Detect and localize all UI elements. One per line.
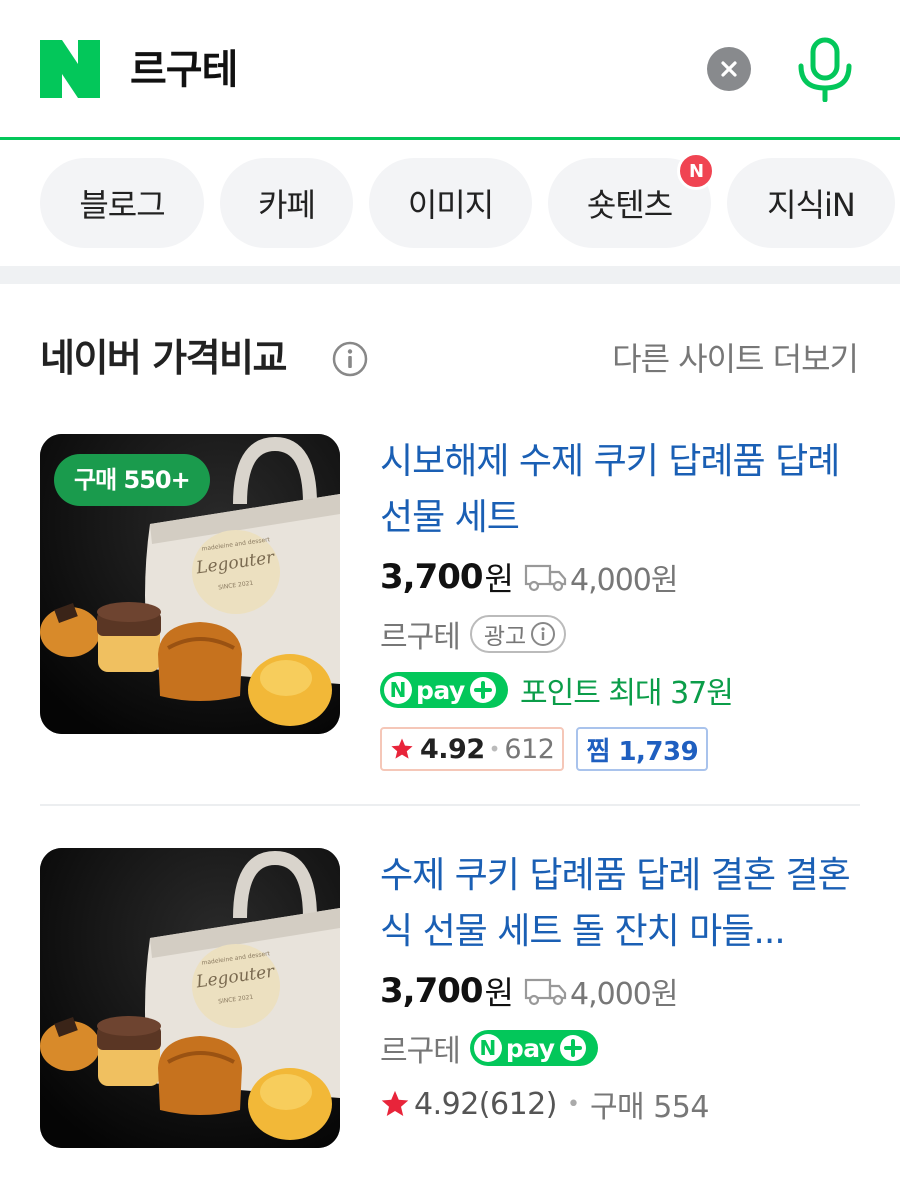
close-icon: [721, 61, 737, 77]
tab-blog[interactable]: 블로그: [40, 158, 204, 248]
purchase-count: 구매 554: [589, 1090, 710, 1125]
star-icon: [391, 738, 413, 759]
rating-count: 612: [504, 733, 555, 765]
delivery-truck-icon: [524, 564, 567, 592]
product-price: 3,700: [380, 971, 484, 1011]
rating-chip[interactable]: 4.92 • 612: [380, 727, 565, 771]
tab-label: 지식iN: [767, 186, 856, 224]
product-thumbnail[interactable]: Legouter madeleine and dessert SINCE 202…: [40, 848, 340, 1148]
point-text: 포인트 최대 37원: [520, 676, 734, 711]
search-header: 르구테: [0, 0, 900, 140]
ad-label[interactable]: 광고: [469, 615, 567, 653]
product-divider: [40, 804, 860, 806]
product-thumbnail[interactable]: Legouter madeleine and dessert SINCE 202…: [40, 434, 340, 734]
product-title[interactable]: 수제 쿠키 답례품 답례 결혼 결혼식 선물 세트 돌 잔치 마들...: [380, 848, 860, 960]
product-info: 시보해제 수제 쿠키 답례품 답례 선물 세트 3,700 원 4,000원 르…: [380, 434, 860, 772]
review-score: 4.92(612): [414, 1086, 557, 1122]
plus-icon: [469, 677, 496, 703]
product-price: 3,700: [380, 557, 484, 597]
clear-search-button[interactable]: [707, 47, 751, 91]
tab-label: 숏텐츠: [586, 186, 673, 224]
new-badge: N: [677, 152, 715, 190]
tab-label: 카페: [258, 186, 316, 224]
tab-knowledge-in[interactable]: 지식iN: [727, 158, 895, 248]
more-sites-link[interactable]: 다른 사이트 더보기: [612, 336, 859, 382]
separator-dot: •: [566, 1091, 580, 1117]
seller-name[interactable]: 르구테: [380, 1026, 461, 1070]
search-input[interactable]: 르구테: [130, 44, 238, 96]
review-row: 4.92(612) • 구매 554: [380, 1082, 860, 1126]
tab-label: 블로그: [79, 186, 165, 224]
separator-dot: •: [488, 737, 501, 761]
npay-plus-badge: N pay: [469, 1030, 598, 1066]
tab-shortents[interactable]: 숏텐츠 N: [548, 152, 715, 248]
product-info: 수제 쿠키 답례품 답례 결혼 결혼식 선물 세트 돌 잔치 마들... 3,7…: [380, 848, 860, 1126]
search-tabs: 블로그 카페 이미지 숏텐츠 N 지식iN: [40, 152, 895, 248]
ad-text: 광고: [483, 624, 527, 650]
product-image: Legouter madeleine and dessert SINCE 202…: [40, 848, 340, 1148]
rating-value: 4.92: [420, 733, 485, 765]
info-icon[interactable]: [331, 340, 369, 378]
plus-icon: [559, 1035, 586, 1061]
section-title: 네이버 가격비교: [40, 336, 287, 380]
delivery-fee: 4,000원: [570, 563, 678, 598]
seller-name[interactable]: 르구테: [380, 612, 461, 656]
chip-row: 4.92 • 612 찜 1,739: [380, 726, 860, 772]
purchase-count-badge: 구매 550+: [54, 454, 210, 506]
seller-row: 르구테 N pay: [380, 1026, 860, 1070]
info-icon: [531, 622, 556, 646]
price-row: 3,700 원 4,000원: [380, 554, 860, 600]
npay-text: pay: [505, 1033, 555, 1063]
delivery-truck-icon: [524, 978, 567, 1006]
product-title[interactable]: 시보해제 수제 쿠키 답례품 답례 선물 세트: [380, 434, 860, 546]
npay-n-icon: N: [384, 676, 412, 704]
npay-row: N pay 포인트 최대 37원: [380, 668, 860, 712]
seller-row: 르구테 광고: [380, 612, 860, 656]
price-unit: 원: [484, 560, 514, 598]
star-icon: [381, 1090, 409, 1116]
npay-n-icon: N: [473, 1034, 502, 1062]
tab-image[interactable]: 이미지: [369, 158, 532, 248]
npay-text: pay: [416, 675, 465, 705]
delivery-fee: 4,000원: [570, 977, 678, 1012]
price-row: 3,700 원 4,000원: [380, 968, 860, 1014]
naver-logo-icon[interactable]: [40, 40, 100, 98]
like-chip[interactable]: 찜 1,739: [576, 727, 709, 771]
npay-plus-badge: N pay: [380, 672, 508, 708]
tab-label: 이미지: [407, 186, 494, 224]
tab-cafe[interactable]: 카페: [220, 158, 353, 248]
section-separator: [0, 266, 900, 284]
price-unit: 원: [484, 974, 514, 1012]
microphone-icon[interactable]: [795, 36, 855, 102]
